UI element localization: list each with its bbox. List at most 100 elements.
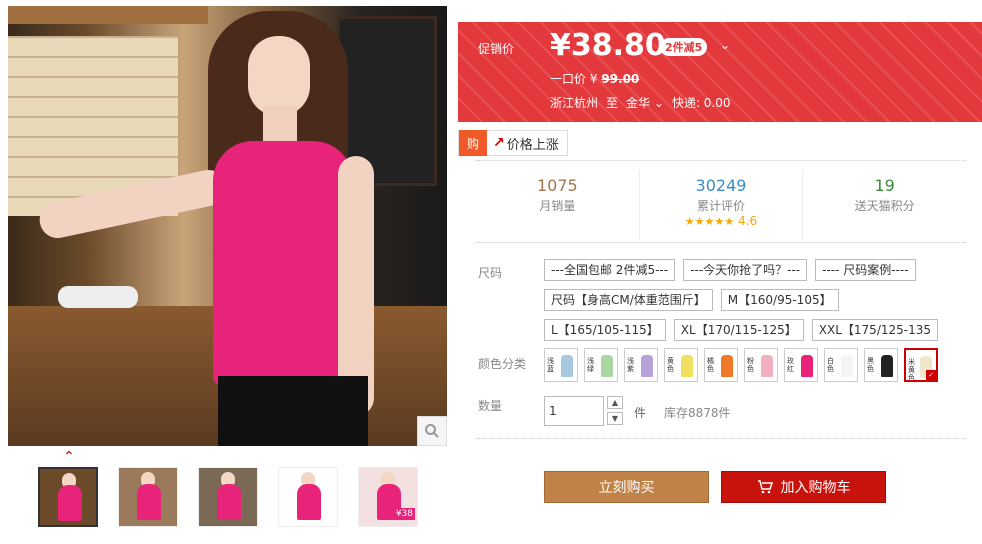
color-options: 浅蓝 浅绿 浅紫 黄色 橘色 粉色 玫红 白色 黑色 米黄色 ✓ bbox=[544, 348, 938, 382]
add-to-cart-button[interactable]: 加入购物车 bbox=[721, 471, 886, 503]
background-shelf bbox=[8, 6, 208, 24]
swatch-image bbox=[881, 355, 893, 377]
original-price-currency: ¥ bbox=[589, 72, 598, 86]
swatch-label: 浅绿 bbox=[587, 357, 594, 373]
thumbnail-5[interactable]: ¥38 bbox=[358, 467, 418, 527]
stock-count: 库存8878件 bbox=[664, 406, 731, 420]
color-swatch-8[interactable]: 白色 bbox=[824, 348, 858, 382]
ship-destination-select[interactable]: 金华 ⌄ bbox=[626, 94, 664, 111]
ship-destination-label: 金华 bbox=[626, 96, 651, 110]
stat-label: 累计评价 bbox=[697, 199, 746, 213]
buy-now-button[interactable]: 立刻购买 bbox=[544, 471, 709, 503]
divider bbox=[476, 242, 966, 243]
swatch-label: 黑色 bbox=[867, 357, 874, 373]
quantity-decrease-button[interactable]: ▼ bbox=[607, 412, 623, 425]
size-option-3[interactable]: ---- 尺码案例---- bbox=[815, 259, 916, 281]
ship-from: 浙江杭州 bbox=[550, 96, 599, 110]
price-rise-badge[interactable]: 购 ↗ 价格上涨 bbox=[458, 130, 568, 156]
color-swatch-2[interactable]: 浅绿 bbox=[584, 348, 618, 382]
swatch-image bbox=[681, 355, 693, 377]
swatch-image bbox=[641, 355, 653, 377]
size-option-8[interactable]: XXL【175/125-135 bbox=[811, 319, 938, 341]
original-price: 一口价 ¥ 99.00 bbox=[550, 70, 639, 87]
swatch-label: 白色 bbox=[827, 357, 834, 373]
color-swatch-10[interactable]: 米黄色 ✓ bbox=[904, 348, 938, 382]
product-info: 促销价 ¥38.80 2件减5 ⌄ 一口价 ¥ 99.00 浙江杭州 至 金华 … bbox=[458, 0, 982, 544]
size-option-5[interactable]: M【160/95-105】 bbox=[720, 289, 839, 311]
stat-label: 送天猫积分 bbox=[854, 199, 915, 213]
stat-value: 30249 bbox=[695, 176, 747, 195]
thumbnail-1[interactable] bbox=[38, 467, 98, 527]
thumbnail-model-top bbox=[137, 484, 161, 520]
stat-1: 1075 月销量 bbox=[476, 170, 640, 240]
color-swatch-6[interactable]: 粉色 bbox=[744, 348, 778, 382]
color-swatch-1[interactable]: 浅蓝 bbox=[544, 348, 578, 382]
swatch-label: 黄色 bbox=[667, 357, 674, 373]
main-product-image[interactable] bbox=[8, 6, 447, 446]
promo-label: 促销价 bbox=[478, 42, 515, 56]
thumbnail-price-badge: ¥38 bbox=[393, 508, 415, 520]
swatch-label: 米黄色 bbox=[908, 358, 915, 382]
ship-to-word: 至 bbox=[606, 96, 619, 110]
thumbnail-3[interactable] bbox=[198, 467, 258, 527]
stat-3: 19 送天猫积分 bbox=[803, 170, 966, 240]
shopping-bag-icon: 购 bbox=[459, 130, 487, 156]
swatch-label: 浅蓝 bbox=[547, 357, 554, 373]
model-shorts bbox=[218, 376, 368, 446]
arrow-up-right-icon: ↗ bbox=[493, 135, 505, 151]
promo-panel: 促销价 ¥38.80 2件减5 ⌄ 一口价 ¥ 99.00 浙江杭州 至 金华 … bbox=[458, 22, 982, 122]
swatch-label: 玫红 bbox=[787, 357, 794, 373]
color-swatch-4[interactable]: 黄色 bbox=[664, 348, 698, 382]
original-price-label: 一口价 bbox=[550, 72, 587, 86]
chevron-up-icon: ⌃ bbox=[63, 449, 75, 465]
thumbnail-2[interactable] bbox=[118, 467, 178, 527]
swatch-label: 浅紫 bbox=[627, 357, 634, 373]
swatch-image bbox=[601, 355, 613, 377]
swatch-label: 橘色 bbox=[707, 357, 714, 373]
thumbnail-model-top bbox=[217, 484, 241, 520]
size-option-6[interactable]: L【165/105-115】 bbox=[544, 319, 666, 341]
quantity-label: 数量 bbox=[478, 399, 503, 413]
star-rating-icon: ★★★★★ bbox=[684, 215, 735, 228]
quantity-input[interactable] bbox=[544, 396, 604, 426]
stat-label: 月销量 bbox=[539, 199, 576, 213]
stat-value: 1075 bbox=[536, 176, 578, 195]
thumbnail-4[interactable] bbox=[278, 467, 338, 527]
rating-row: ★★★★★ 4.6 bbox=[640, 214, 803, 228]
thumbnail-model-top bbox=[58, 485, 82, 521]
size-option-7[interactable]: XL【170/115-125】 bbox=[673, 319, 804, 341]
divider bbox=[476, 438, 966, 439]
color-swatch-3[interactable]: 浅紫 bbox=[624, 348, 658, 382]
stat-value: 19 bbox=[874, 176, 895, 195]
swatch-image bbox=[841, 355, 853, 377]
swatch-image bbox=[721, 355, 733, 377]
size-label: 尺码 bbox=[478, 266, 503, 280]
cloth-prop bbox=[58, 286, 138, 308]
size-option-2[interactable]: ---今天你抢了吗？--- bbox=[683, 259, 808, 281]
color-swatch-7[interactable]: 玫红 bbox=[784, 348, 818, 382]
discount-badge[interactable]: 2件减5 bbox=[660, 38, 708, 56]
zoom-search-icon[interactable] bbox=[417, 416, 447, 446]
size-option-4[interactable]: 尺码【身高CM/体重范围斤】 bbox=[544, 289, 713, 311]
shipping-row: 浙江杭州 至 金华 ⌄ 快递: 0.00 bbox=[550, 94, 731, 111]
color-swatch-9[interactable]: 黑色 bbox=[864, 348, 898, 382]
size-options: ---全国包邮 2件减5--- ---今天你抢了吗？--- ---- 尺码案例---… bbox=[544, 259, 964, 341]
model-face bbox=[248, 36, 310, 116]
chevron-down-icon[interactable]: ⌄ bbox=[720, 38, 730, 52]
add-to-cart-label: 加入购物车 bbox=[780, 480, 851, 496]
stat-2: 30249 累计评价 ★★★★★ 4.6 bbox=[640, 170, 804, 240]
divider bbox=[476, 160, 966, 161]
cart-icon bbox=[757, 480, 773, 494]
size-option-1[interactable]: ---全国包邮 2件减5--- bbox=[544, 259, 676, 281]
color-label: 颜色分类 bbox=[478, 357, 527, 371]
swatch-label: 粉色 bbox=[747, 357, 754, 373]
thumbnail-strip: ¥38 bbox=[38, 467, 418, 527]
color-swatch-5[interactable]: 橘色 bbox=[704, 348, 738, 382]
model-tank-top bbox=[213, 141, 353, 386]
product-gallery: ⌃ ¥38 bbox=[0, 0, 455, 544]
shipping-fee: 快递: 0.00 bbox=[671, 96, 731, 110]
swatch-image bbox=[761, 355, 773, 377]
rating-value: 4.6 bbox=[738, 214, 758, 228]
quantity-unit: 件 bbox=[634, 406, 647, 420]
quantity-increase-button[interactable]: ▲ bbox=[607, 396, 623, 409]
